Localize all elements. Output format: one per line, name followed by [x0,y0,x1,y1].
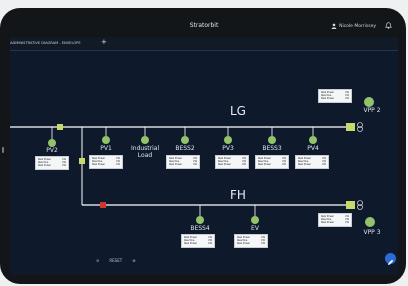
info-card-pv2[interactable]: Real Power kW Reactive kW Real Power kW [35,156,69,170]
feeder-breaker [79,158,85,164]
pencil-icon [388,259,394,265]
label-bess2: BESS2 [175,145,195,152]
app-screen: Stratorbit Nicole Morrissey ADMINISTRATI… [10,17,398,275]
device-button [2,147,4,153]
info-card-bess3[interactable]: Real Power kW Reactive kW Real Power kW [255,155,289,169]
node-ev [251,216,259,224]
info-card-pv4[interactable]: Real Power kW Reactive kW Real Power kW [295,155,329,169]
label-pv2: PV2 [46,147,58,154]
node-pv1 [102,136,110,144]
label-bess3: BESS3 [262,145,282,152]
info-card-pv1[interactable]: Real Power kW Reactive kW Real Power kW [89,155,123,169]
node-pv3 [224,136,232,144]
transformer-fh [346,201,355,209]
zoom-out-button[interactable]: ⊖ [96,258,99,263]
node-vpp2 [364,97,374,107]
label-vpp2: VPP 2 [363,107,381,114]
label-vpp3: VPP 3 [363,229,381,236]
label-pv3: PV3 [222,145,234,152]
info-card-pv3[interactable]: Real Power kW Reactive kW Real Power kW [215,155,249,169]
info-card-vpp2[interactable]: Real Power kW Reactive kW Real Power kW [318,89,352,103]
info-card-bess4[interactable]: Real Power kW Reactive kW Real Power kW [181,234,215,248]
zoom-in-button[interactable]: ⊕ [132,258,135,263]
node-bess2 [181,136,189,144]
edit-button[interactable] [385,253,396,265]
label-pv1: PV1 [100,145,112,152]
node-pv4 [309,136,317,144]
fh-breaker-open [100,202,106,208]
node-vpp3 [365,217,375,227]
zoom-toolbar: ⊖ RESET ⊕ [96,258,136,263]
top-bar: Stratorbit Nicole Morrissey [10,17,398,37]
tablet-frame: Stratorbit Nicole Morrissey ADMINISTRATI… [0,8,406,284]
bus-label-lg: LG [230,104,246,118]
tab-bar: ADMINISTRATIVE DIAGRAM - ENVELOPE + [10,37,398,51]
info-card-ev[interactable]: Real Power kW Reactive kW Real Power kW [234,234,268,248]
label-ev: EV [251,225,259,232]
info-card-vpp3[interactable]: Real Power kW Reactive kW Real Power kW [318,213,352,227]
node-bess4 [196,216,204,224]
user-icon [331,23,337,29]
bus-label-fh: FH [230,188,246,202]
node-bess3 [268,136,276,144]
user-name: Nicole Morrissey [339,23,376,29]
user-menu[interactable]: Nicole Morrissey [331,23,376,29]
diagram-canvas[interactable]: LG FH PV2 PV1 Industrial Load BESS2 PV3 … [10,50,398,275]
transformer-lg [346,123,355,131]
add-tab-button[interactable]: + [101,39,107,46]
label-industrial-load: Industrial Load [131,145,160,159]
node-pv2 [48,139,56,147]
node-industrial-load [141,136,149,144]
label-pv4: PV4 [307,145,319,152]
reset-button[interactable]: RESET [109,258,122,263]
bell-icon[interactable] [385,22,392,29]
label-bess4: BESS4 [190,225,210,232]
lg-breaker [57,124,63,130]
tab-diagram[interactable]: ADMINISTRATIVE DIAGRAM - ENVELOPE [10,41,81,45]
info-card-bess2[interactable]: Real Power kW Reactive kW Real Power kW [166,155,200,169]
